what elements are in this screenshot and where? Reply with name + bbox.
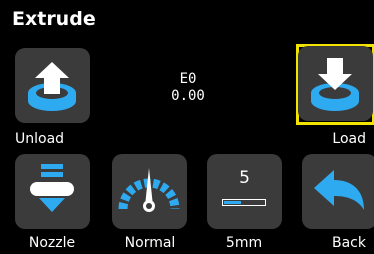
back-arrow-icon [314,170,364,210]
step-value: 5 [239,168,250,188]
step-progress-bar [222,199,266,206]
step-distance-button[interactable]: 5 [207,154,282,229]
back-label: Back [332,235,366,251]
extrude-readout: E0 0.00 [150,71,226,105]
speed-label: Normal [124,235,176,251]
load-icon [311,58,359,111]
page-title: Extrude [12,8,96,30]
step-distance-label: 5mm [225,235,263,251]
unload-icon [28,62,76,111]
load-button[interactable] [298,46,373,121]
unload-label: Unload [15,131,65,147]
step-progress-fill [224,201,241,204]
nozzle-icon [30,164,74,212]
speed-button[interactable] [112,154,187,229]
extrude-length: 0.00 [171,88,205,104]
unload-button[interactable] [15,48,90,123]
speedometer-icon [118,168,180,212]
extruder-name: E0 [179,71,197,87]
nozzle-label: Nozzle [28,235,76,251]
back-button[interactable] [302,154,374,229]
load-label: Load [332,131,366,147]
nozzle-button[interactable] [15,154,90,229]
